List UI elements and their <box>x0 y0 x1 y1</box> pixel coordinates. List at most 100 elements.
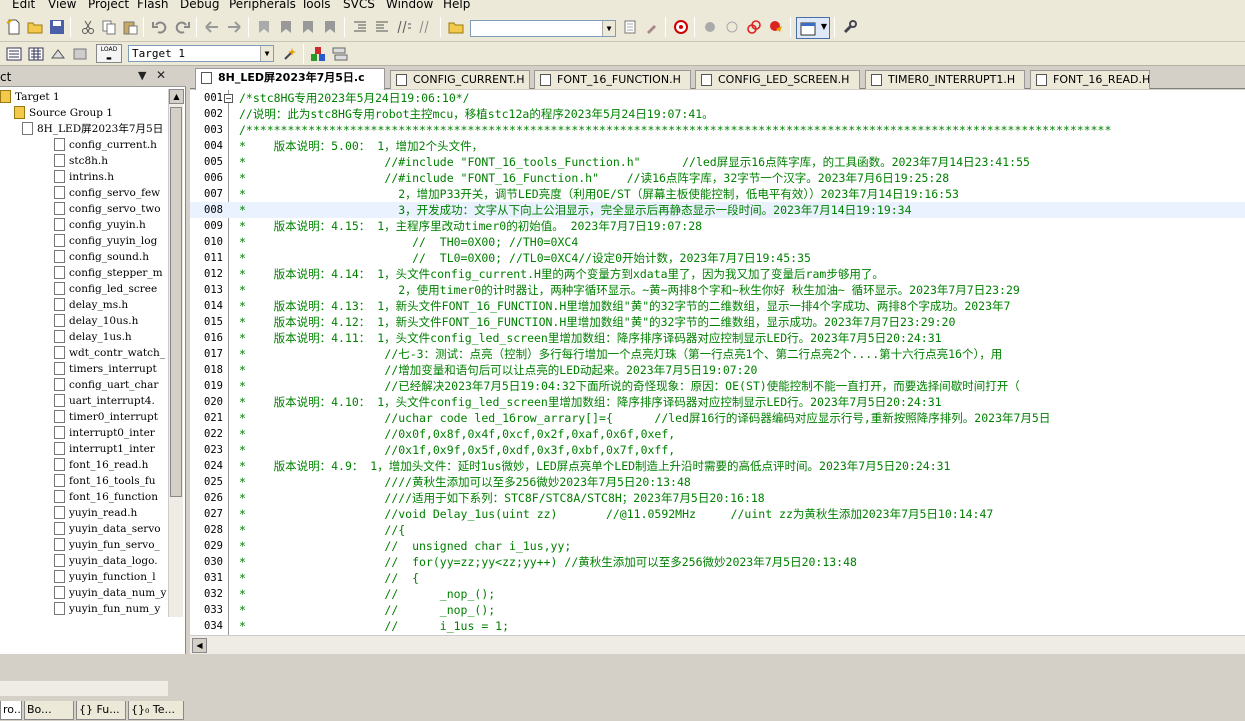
editor-tab[interactable]: CONFIG_CURRENT.H <box>390 70 530 89</box>
tree-file[interactable]: stc8h.h <box>54 153 108 169</box>
tree-file[interactable]: config_servo_few <box>54 185 160 201</box>
open-folder-icon[interactable] <box>27 19 43 35</box>
tree-file[interactable]: wdt_contr_watch_ <box>54 345 165 361</box>
menu-debug[interactable]: Debug <box>180 0 219 11</box>
breakpoint-enable-icon[interactable] <box>724 19 740 35</box>
project-tree-hscrollbar[interactable] <box>0 681 168 696</box>
editor-tab[interactable]: FONT_16_READ.H <box>1030 70 1150 89</box>
build-icon[interactable] <box>28 46 44 62</box>
debug-start-icon[interactable] <box>673 19 689 35</box>
menu-help[interactable]: Help <box>443 0 470 11</box>
tree-file[interactable]: font_16_read.h <box>54 457 148 473</box>
cut-icon[interactable] <box>80 19 96 35</box>
breakpoint-insert-icon[interactable] <box>702 19 718 35</box>
tree-file[interactable]: config_uart_char <box>54 377 158 393</box>
tab-books[interactable]: Bo... <box>24 701 74 720</box>
tree-file[interactable]: timer0_interrupt <box>54 409 158 425</box>
tree-file[interactable]: config_yuyin_log <box>54 233 157 249</box>
comment-icon[interactable] <box>396 19 412 35</box>
incremental-find-icon[interactable] <box>644 19 660 35</box>
editor-tab[interactable]: TIMER0_INTERRUPT1.H <box>865 70 1025 89</box>
panel-pin-icon[interactable]: ▼ <box>138 69 146 82</box>
find-in-files-icon[interactable] <box>448 19 464 35</box>
menu-project[interactable]: Project <box>88 0 129 11</box>
bookmark-prev-icon[interactable] <box>278 19 294 35</box>
tree-file[interactable]: config_yuyin.h <box>54 217 146 233</box>
menu-peripherals[interactable]: Peripherals <box>229 0 296 11</box>
menu-view[interactable]: View <box>48 0 76 11</box>
find-combo[interactable]: ▼ <box>470 20 616 37</box>
code-editor[interactable]: − 001/*stc8HG专用2023年5月24日19:06:10*/002//… <box>190 90 1245 635</box>
tree-file[interactable]: yuyin_data_num_y <box>54 585 166 601</box>
menu-window[interactable]: Window <box>386 0 433 11</box>
redo-icon[interactable] <box>174 19 190 35</box>
scroll-left-icon[interactable]: ◀ <box>192 638 207 653</box>
copy-icon[interactable] <box>101 19 117 35</box>
tree-file[interactable]: interrupt1_inter <box>54 441 155 457</box>
tree-file[interactable]: config_sound.h <box>54 249 149 265</box>
translate-icon[interactable] <box>6 46 22 62</box>
editor-tab[interactable]: FONT_16_FUNCTION.H <box>534 70 691 89</box>
tree-file[interactable]: config_stepper_m <box>54 265 163 281</box>
tree-file[interactable]: uart_interrupt4. <box>54 393 155 409</box>
find-combo-arrow-icon[interactable]: ▼ <box>602 21 615 36</box>
project-tree-scrollbar[interactable]: ▲ <box>168 89 184 617</box>
tree-file[interactable]: font_16_tools_fu <box>54 473 156 489</box>
tree-file[interactable]: yuyin_data_servo <box>54 521 161 537</box>
scroll-thumb[interactable] <box>170 107 182 497</box>
breakpoint-kill-all-icon[interactable] <box>768 19 784 35</box>
menu-svcs[interactable]: SVCS <box>343 0 375 11</box>
scroll-up-icon[interactable]: ▲ <box>169 89 184 104</box>
tab-templates[interactable]: {}₀ Te... <box>128 701 184 720</box>
editor-tab[interactable]: 8H_LED屏2023年7月5日.c <box>195 68 385 90</box>
tree-target[interactable]: Target 1 <box>0 89 60 105</box>
undo-icon[interactable] <box>152 19 168 35</box>
tree-file[interactable]: config_servo_two <box>54 201 161 217</box>
breakpoint-disable-all-icon[interactable] <box>746 19 762 35</box>
tree-group[interactable]: Source Group 1 <box>14 105 113 121</box>
tree-file[interactable]: yuyin_fun_num_y <box>54 601 160 617</box>
tree-file[interactable]: yuyin_function_l <box>54 569 156 585</box>
tree-file[interactable]: config_current.h <box>54 137 157 153</box>
tree-file[interactable]: intrins.h <box>54 169 114 185</box>
bookmark-insert-icon[interactable] <box>256 19 272 35</box>
manage-project-items-icon[interactable] <box>310 46 326 62</box>
tree-file[interactable]: yuyin_read.h <box>54 505 137 521</box>
bookmark-clear-icon[interactable] <box>322 19 338 35</box>
tree-file[interactable]: timers_interrupt <box>54 361 157 377</box>
navigate-back-icon[interactable] <box>204 19 220 35</box>
target-options-icon[interactable] <box>282 46 298 62</box>
tree-file[interactable]: config_led_scree <box>54 281 157 297</box>
configure-wrench-icon[interactable] <box>842 19 858 35</box>
batch-build-icon[interactable] <box>72 46 88 62</box>
editor-hscrollbar[interactable]: ◀ <box>190 635 1245 654</box>
tree-file[interactable]: delay_ms.h <box>54 297 128 313</box>
tree-file[interactable]: yuyin_fun_servo_ <box>54 537 160 553</box>
tree-file[interactable]: yuyin_data_logo. <box>54 553 158 569</box>
tab-functions[interactable]: {} Fu... <box>76 701 126 720</box>
select-packs-icon[interactable] <box>332 46 348 62</box>
tree-file[interactable]: interrupt0_inter <box>54 425 155 441</box>
new-file-icon[interactable] <box>6 19 22 35</box>
tree-file[interactable]: font_16_function <box>54 489 158 505</box>
indent-icon[interactable] <box>352 19 368 35</box>
find-icon[interactable] <box>622 19 638 35</box>
paste-icon[interactable] <box>122 19 138 35</box>
uncomment-icon[interactable] <box>418 19 434 35</box>
close-icon[interactable]: ✕ <box>156 68 166 82</box>
save-icon[interactable] <box>49 19 65 35</box>
unindent-icon[interactable] <box>374 19 390 35</box>
load-button[interactable]: LOAD ▬ <box>96 44 122 63</box>
tab-project[interactable]: ro... <box>0 701 22 720</box>
tree-file[interactable]: delay_10us.h <box>54 313 138 329</box>
menu-tools[interactable]: Tools <box>301 0 331 11</box>
navigate-forward-icon[interactable] <box>226 19 242 35</box>
target-select-arrow-icon[interactable]: ▼ <box>260 46 273 61</box>
bookmark-next-icon[interactable] <box>300 19 316 35</box>
editor-tab[interactable]: CONFIG_LED_SCREEN.H <box>695 70 860 89</box>
menu-flash[interactable]: Flash <box>137 0 168 11</box>
tree-file[interactable]: delay_1us.h <box>54 329 132 345</box>
target-select[interactable]: Target 1 ▼ <box>128 45 274 62</box>
menu-edit[interactable]: Edit <box>12 0 35 11</box>
window-layout-dropdown[interactable]: ▼ <box>796 17 830 39</box>
